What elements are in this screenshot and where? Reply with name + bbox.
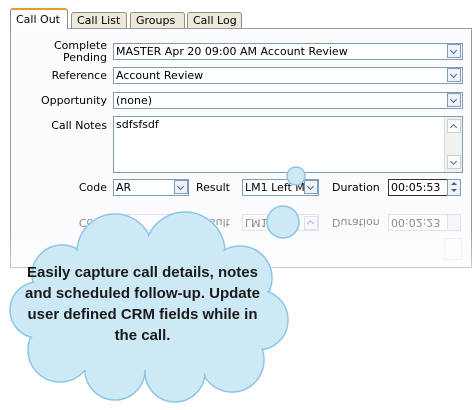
callout-text: Easily capture call details, notes and s…: [24, 264, 260, 344]
tab-label: Call Out: [16, 13, 60, 26]
tab-call-out[interactable]: Call Out: [10, 8, 68, 29]
thought-bubble-medium: [266, 205, 300, 239]
thought-bubble-small: [286, 166, 306, 186]
